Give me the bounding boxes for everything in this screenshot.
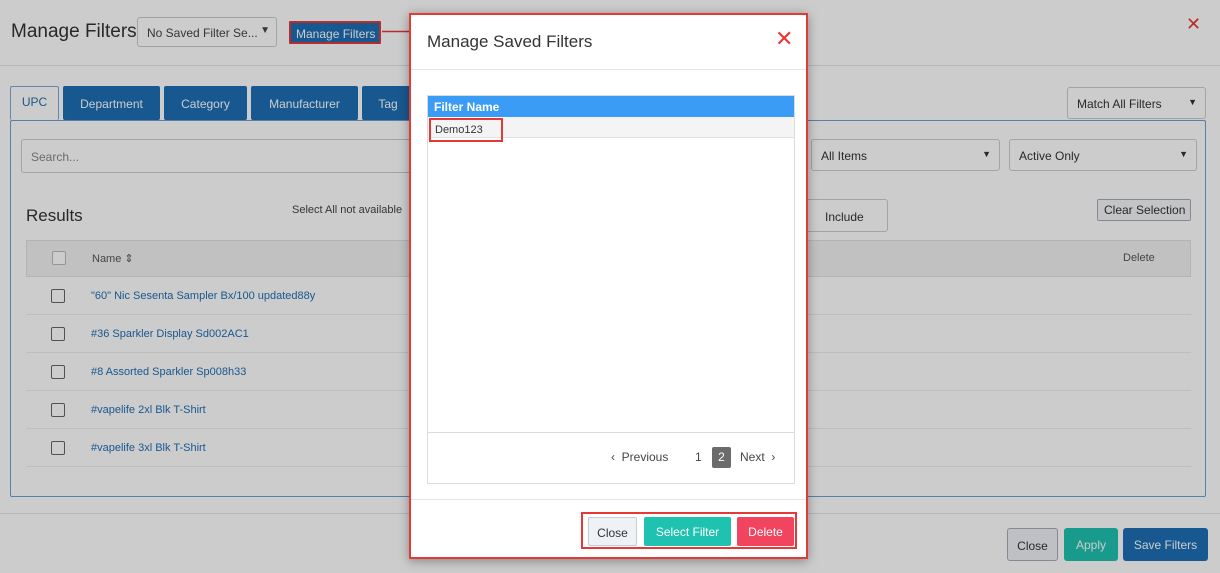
row-checkbox[interactable] bbox=[51, 403, 65, 417]
page-1-button[interactable]: 1 bbox=[695, 450, 702, 464]
previous-page-button[interactable]: ‹ Previous bbox=[611, 450, 668, 464]
row-checkbox[interactable] bbox=[51, 441, 65, 455]
page-title: Manage Filters bbox=[11, 21, 137, 42]
status-select[interactable]: Active Only ▼ bbox=[1009, 139, 1197, 171]
modal-close-button[interactable]: Close bbox=[588, 517, 637, 546]
modal-title: Manage Saved Filters bbox=[427, 32, 593, 51]
row-checkbox[interactable] bbox=[51, 365, 65, 379]
row-checkbox[interactable] bbox=[51, 327, 65, 341]
chevron-left-icon: ‹ bbox=[611, 450, 615, 464]
saved-filter-select-value: No Saved Filter Se... bbox=[147, 26, 258, 40]
close-icon[interactable]: ✕ bbox=[775, 28, 793, 50]
tab-category[interactable]: Category bbox=[164, 86, 247, 120]
modal-action-buttons: Close Select Filter Delete bbox=[581, 512, 797, 549]
chevron-right-icon: › bbox=[771, 450, 776, 464]
manage-filters-button[interactable]: Manage Filters bbox=[289, 21, 381, 44]
apply-button[interactable]: Apply bbox=[1064, 528, 1118, 561]
saved-filter-select[interactable]: No Saved Filter Se... ▼ bbox=[137, 17, 277, 47]
row-checkbox[interactable] bbox=[51, 289, 65, 303]
filter-name-column-header: Filter Name bbox=[428, 96, 794, 117]
select-filter-button[interactable]: Select Filter bbox=[644, 517, 731, 546]
results-heading: Results bbox=[26, 206, 83, 225]
tab-manufacturer[interactable]: Manufacturer bbox=[251, 86, 358, 120]
status-select-value: Active Only bbox=[1019, 149, 1080, 163]
close-icon[interactable]: ✕ bbox=[1186, 14, 1201, 35]
tab-tag[interactable]: Tag bbox=[362, 86, 414, 120]
row-name-link[interactable]: #8 Assorted Sparkler Sp008h33 bbox=[91, 366, 246, 378]
next-page-button[interactable]: Next › bbox=[740, 450, 775, 464]
previous-label: Previous bbox=[621, 450, 669, 464]
pager-divider bbox=[428, 432, 794, 433]
name-column-header[interactable]: Name ⇕ bbox=[92, 252, 134, 265]
page-2-button[interactable]: 2 bbox=[712, 447, 731, 468]
tab-department[interactable]: Department bbox=[63, 86, 160, 120]
row-name-link[interactable]: "60" Nic Sesenta Sampler Bx/100 updated8… bbox=[91, 290, 315, 302]
row-name-link[interactable]: #vapelife 3xl Blk T-Shirt bbox=[91, 442, 206, 454]
select-all-note: Select All not available bbox=[292, 204, 403, 216]
row-name-link[interactable]: #vapelife 2xl Blk T-Shirt bbox=[91, 404, 206, 416]
list-item[interactable]: Demo123 bbox=[428, 117, 794, 142]
row-name-link[interactable]: #36 Sparkler Display Sd002AC1 bbox=[91, 328, 249, 340]
clear-selection-button[interactable]: Clear Selection bbox=[1097, 199, 1191, 221]
footer-close-button[interactable]: Close bbox=[1007, 528, 1058, 561]
items-select-value: All Items bbox=[821, 149, 868, 163]
modal-footer-divider bbox=[411, 499, 806, 500]
items-select[interactable]: All Items ▼ bbox=[811, 139, 1000, 171]
tab-upc[interactable]: UPC bbox=[10, 86, 59, 120]
include-button[interactable]: Include bbox=[801, 199, 888, 232]
select-all-checkbox[interactable] bbox=[52, 251, 66, 265]
save-filters-button[interactable]: Save Filters bbox=[1123, 528, 1208, 561]
delete-column-header: Delete bbox=[1123, 252, 1155, 264]
next-label: Next bbox=[740, 450, 765, 464]
saved-filters-grid: Filter Name Demo123 ‹ Previous 1 2 Next … bbox=[427, 95, 795, 484]
match-filters-select[interactable]: Match All Filters ▼ bbox=[1067, 87, 1206, 119]
caret-down-icon: ▼ bbox=[1179, 149, 1188, 159]
caret-down-icon: ▼ bbox=[1188, 97, 1197, 107]
modal-header-divider bbox=[411, 69, 806, 70]
search-input[interactable]: Search... bbox=[21, 139, 421, 173]
caret-down-icon: ▼ bbox=[260, 25, 270, 36]
match-filters-value: Match All Filters bbox=[1077, 97, 1162, 111]
filter-name-cell[interactable]: Demo123 bbox=[429, 118, 503, 142]
caret-down-icon: ▼ bbox=[982, 149, 991, 159]
delete-button[interactable]: Delete bbox=[737, 517, 794, 546]
manage-saved-filters-modal: Manage Saved Filters ✕ Filter Name Demo1… bbox=[409, 13, 808, 559]
